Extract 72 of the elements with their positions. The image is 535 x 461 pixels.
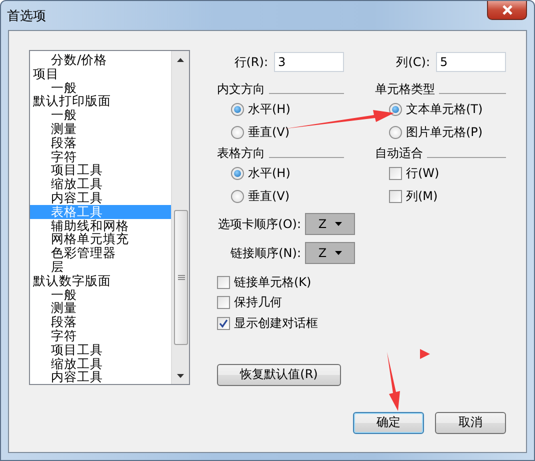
list-item[interactable]: 段落 bbox=[30, 315, 171, 329]
radio-button[interactable] bbox=[231, 190, 244, 203]
list-item[interactable]: 段落 bbox=[30, 136, 171, 150]
radio-label: 垂直(V) bbox=[248, 188, 290, 205]
radio-label: 水平(H) bbox=[248, 165, 290, 182]
window-title: 首选项 bbox=[7, 8, 46, 24]
list-item[interactable]: 色彩管理器 bbox=[30, 246, 171, 260]
close-button[interactable] bbox=[487, 1, 527, 20]
list-item[interactable]: 一般 bbox=[30, 108, 171, 122]
input-field[interactable]: 5 bbox=[436, 52, 506, 72]
list-item[interactable]: 测量 bbox=[30, 122, 171, 136]
group-title: 单元格类型 bbox=[375, 80, 435, 98]
list-item[interactable]: 内容工具 bbox=[30, 190, 171, 205]
list-item[interactable]: 一般 bbox=[30, 80, 171, 94]
list-item[interactable]: 项目工具 bbox=[30, 163, 171, 178]
checkbox-label: 列(M) bbox=[406, 188, 438, 205]
radio-button[interactable] bbox=[231, 126, 244, 139]
checkbox-label: 链接单元格(K) bbox=[234, 274, 312, 291]
list-item[interactable]: 字符 bbox=[30, 150, 171, 164]
checkbox[interactable] bbox=[217, 296, 230, 310]
dialog-button[interactable]: 确定 bbox=[353, 412, 424, 434]
annotation-marker bbox=[420, 349, 430, 359]
list-item[interactable]: 辅助线和网格 bbox=[30, 218, 171, 232]
radio-button[interactable] bbox=[389, 103, 402, 116]
scroll-up-icon[interactable] bbox=[177, 58, 184, 62]
group-title: 表格方向 bbox=[217, 144, 265, 162]
list-item[interactable]: 一般 bbox=[30, 288, 171, 302]
list-item[interactable]: 内容工具 bbox=[30, 370, 171, 384]
list-item[interactable]: 网格单元填充 bbox=[30, 232, 171, 246]
checkbox[interactable] bbox=[217, 316, 230, 330]
category-list[interactable]: 分数/价格 项目 一般 默认打印版面 一般 测量 段落 字符 项目工具 缩放工具 内容工具 表格工具 辅助线和网格 网格单元填充 色彩管理器 层 默认数字版面 一般 测量 段落 字符 项目工具 缩放工具 内容工具 bbox=[29, 50, 190, 385]
list-item[interactable]: 项目 bbox=[30, 66, 171, 81]
radio-button[interactable] bbox=[389, 126, 402, 139]
input-field[interactable]: 3 bbox=[274, 52, 344, 72]
annotation-arrow bbox=[387, 352, 400, 411]
group-title: 内文方向 bbox=[217, 80, 265, 98]
list-item[interactable]: 默认数字版面 bbox=[30, 274, 171, 288]
checkbox[interactable] bbox=[389, 167, 402, 180]
checkbox-label: 保持几何 bbox=[234, 294, 282, 312]
scrollbar[interactable] bbox=[171, 51, 189, 384]
field-label: 列(C): bbox=[396, 54, 430, 70]
radio-label: 垂直(V) bbox=[248, 124, 290, 141]
dialog-button[interactable]: 取消 bbox=[435, 412, 506, 434]
caret-icon bbox=[334, 222, 342, 226]
radio-label: 水平(H) bbox=[248, 101, 290, 118]
list-item[interactable]: 分数/价格 bbox=[30, 53, 171, 67]
list-item[interactable]: 层 bbox=[30, 260, 171, 274]
caret-icon bbox=[334, 251, 342, 255]
radio-button[interactable] bbox=[231, 167, 244, 180]
radio-button[interactable] bbox=[231, 103, 244, 116]
checkbox[interactable] bbox=[389, 190, 402, 203]
list-item[interactable]: 字符 bbox=[30, 328, 171, 343]
checkbox-label: 显示创建对话框 bbox=[234, 314, 318, 332]
field-label: 行(R): bbox=[234, 54, 268, 70]
radio-label: 图片单元格(P) bbox=[406, 124, 483, 141]
dropdown[interactable]: Z bbox=[305, 242, 355, 264]
reset-button[interactable]: 恢复默认值(R) bbox=[217, 364, 341, 386]
scroll-down-icon[interactable] bbox=[177, 374, 184, 378]
list-item[interactable]: 缩放工具 bbox=[30, 177, 171, 191]
dropdown[interactable]: Z bbox=[305, 213, 355, 235]
list-item[interactable]: 缩放工具 bbox=[30, 356, 171, 370]
radio-label: 文本单元格(T) bbox=[406, 101, 483, 118]
close-icon bbox=[502, 5, 512, 15]
scroll-thumb[interactable] bbox=[174, 210, 188, 345]
list-item[interactable]: 项目工具 bbox=[30, 342, 171, 357]
checkbox[interactable] bbox=[217, 276, 230, 289]
list-item[interactable]: 测量 bbox=[30, 301, 171, 316]
field-label: 链接顺序(N): bbox=[230, 244, 301, 262]
field-label: 选项卡顺序(O): bbox=[218, 216, 301, 232]
list-item[interactable]: 默认打印版面 bbox=[30, 94, 171, 108]
group-title: 自动适合 bbox=[375, 144, 423, 162]
checkbox-label: 行(W) bbox=[406, 165, 440, 182]
